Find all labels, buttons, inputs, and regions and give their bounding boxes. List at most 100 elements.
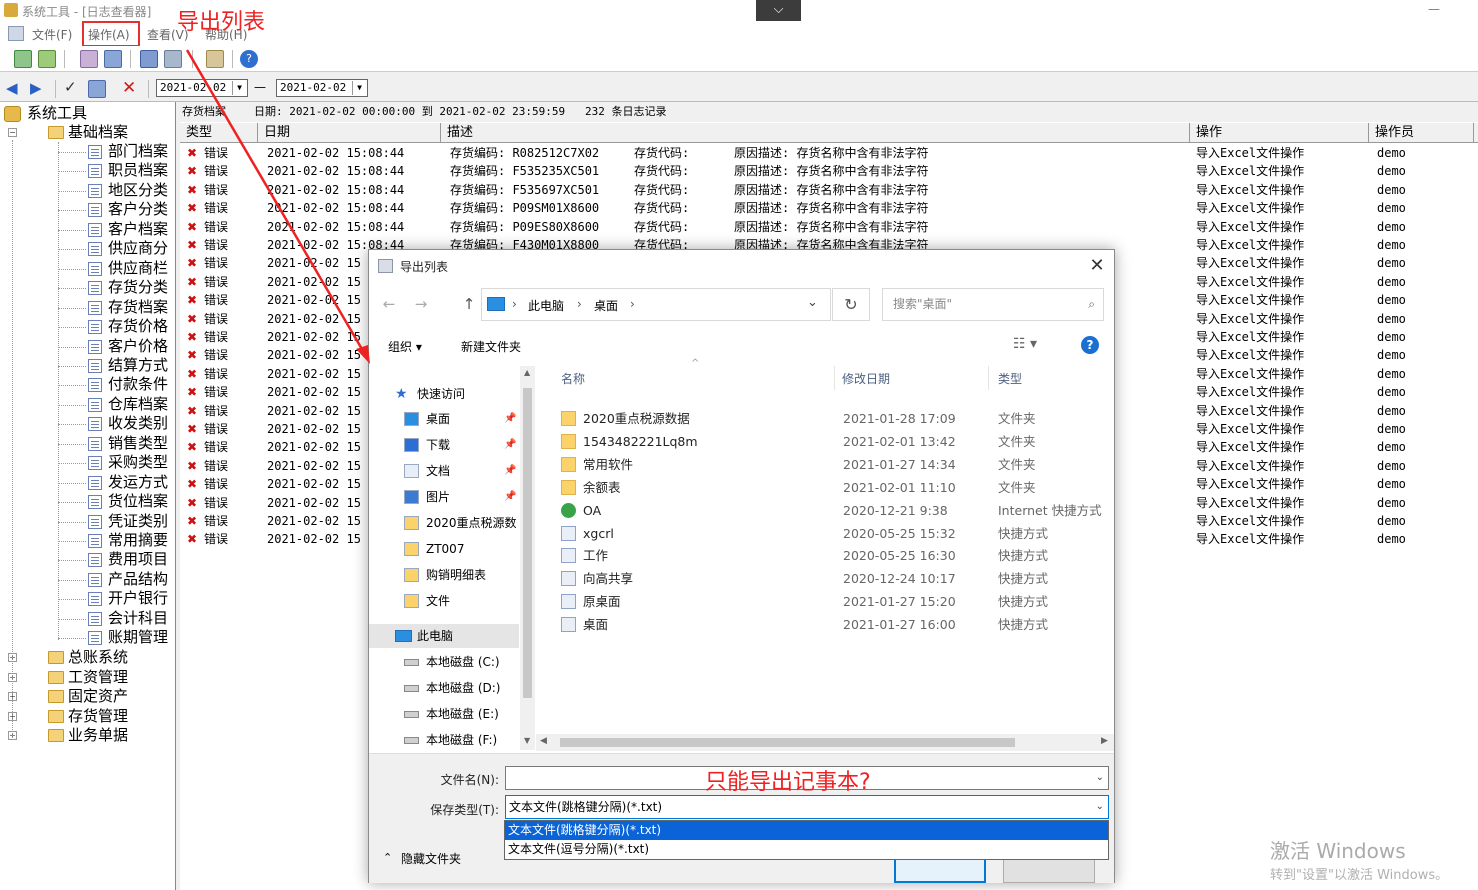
file-row[interactable]: 原桌面 2021-01-27 15:20 快捷方式 xyxy=(536,591,1114,614)
nav-item[interactable]: 下载 📌 xyxy=(369,433,519,457)
tree-item[interactable]: 存货价格 xyxy=(2,317,174,336)
pin-icon[interactable]: 📌 xyxy=(504,459,516,483)
tree-group[interactable]: + 固定资产 xyxy=(2,687,174,706)
chevron-down-icon[interactable]: ⌄ xyxy=(1096,796,1104,818)
tree-item[interactable]: 收发类别 xyxy=(2,414,174,433)
chevron-down-icon[interactable]: ⌄ xyxy=(1096,767,1104,789)
filetype-option-comma[interactable]: 文本文件(逗号分隔)(*.txt) xyxy=(505,840,1108,859)
file-row[interactable]: 余额表 2021-02-01 11:10 文件夹 xyxy=(536,477,1114,500)
col-desc[interactable]: 描述 xyxy=(441,123,1190,143)
help-icon[interactable]: ? xyxy=(1081,336,1099,354)
col-operation[interactable]: 操作 xyxy=(1190,123,1369,143)
collapse-icon[interactable]: − xyxy=(8,128,17,137)
view-options-icon[interactable]: ☷ ▾ xyxy=(1013,336,1037,352)
tree-group-basic[interactable]: − 基础档案 xyxy=(2,123,172,142)
nav-item[interactable]: 图片 📌 xyxy=(369,485,519,509)
tree-root[interactable]: 系统工具 xyxy=(2,104,172,123)
file-row[interactable]: 桌面 2021-01-27 16:00 快捷方式 xyxy=(536,614,1114,637)
tree-item[interactable]: 货位档案 xyxy=(2,492,174,511)
file-row[interactable]: 2020重点税源数据 2021-01-28 17:09 文件夹 xyxy=(536,408,1114,431)
file-row[interactable]: 1543482221Lq8m 2021-02-01 13:42 文件夹 xyxy=(536,431,1114,454)
tree-item[interactable]: 供应商分 xyxy=(2,239,174,258)
save-icon[interactable] xyxy=(88,80,106,98)
dropdown-arrow-icon[interactable]: ▼ xyxy=(352,81,366,95)
hide-folders-button[interactable]: 隐藏文件夹 xyxy=(401,850,461,867)
nav-forward-icon[interactable]: → xyxy=(411,295,431,315)
pin-icon[interactable]: 📌 xyxy=(504,407,516,431)
tree-item[interactable]: 付款条件 xyxy=(2,375,174,394)
tree-item[interactable]: 发运方式 xyxy=(2,473,174,492)
nav-up-icon[interactable]: ↑ xyxy=(459,295,479,315)
tree-item[interactable]: 职员档案 xyxy=(2,161,174,180)
col-date[interactable]: 日期 xyxy=(258,123,441,143)
filetype-option-tab[interactable]: 文本文件(跳格键分隔)(*.txt) xyxy=(505,821,1108,840)
nav-drive[interactable]: 本地磁盘 (F:) xyxy=(369,728,519,752)
file-row[interactable]: OA 2020-12-21 9:38 Internet 快捷方式 xyxy=(536,500,1114,523)
table-row[interactable]: ✖ 错误 2021-02-02 15:08:44 存货编码: P09SM01X8600… xyxy=(180,199,1478,217)
nav-drive[interactable]: 本地磁盘 (D:) xyxy=(369,676,519,700)
forward-arrow-icon[interactable]: ▶ xyxy=(30,79,42,97)
breadcrumb-item-desktop[interactable]: 桌面 xyxy=(594,297,618,314)
date-from-picker[interactable]: 2021-02-02 ▼ xyxy=(156,79,248,97)
delete-icon[interactable]: ✕ xyxy=(122,78,136,98)
tree-item[interactable]: 结算方式 xyxy=(2,356,174,375)
breadcrumb-item-pc[interactable]: 此电脑 xyxy=(528,297,564,314)
scroll-thumb[interactable] xyxy=(560,738,1015,747)
tools-icon[interactable] xyxy=(80,50,98,68)
window-icon[interactable] xyxy=(104,50,122,68)
file-row[interactable]: xgcrl 2020-05-25 15:32 快捷方式 xyxy=(536,523,1114,546)
tree-item[interactable]: 产品结构 xyxy=(2,570,174,589)
nav-this-pc[interactable]: 此电脑 xyxy=(369,624,519,648)
cancel-button[interactable] xyxy=(1003,857,1095,883)
find-icon[interactable] xyxy=(140,50,158,68)
nav-item[interactable]: 文件 xyxy=(369,589,519,613)
minimize-button[interactable]: — xyxy=(1424,2,1444,18)
chevron-up-icon[interactable]: ⌃ xyxy=(383,851,392,864)
close-icon[interactable]: ✕ xyxy=(1085,255,1109,277)
nav-scrollbar[interactable]: ▲ ▼ xyxy=(520,366,535,750)
table-row[interactable]: ✖ 错误 2021-02-02 15:08:44 存货编码: R082512C7X02… xyxy=(180,144,1478,162)
nav-item[interactable]: 桌面 📌 xyxy=(369,407,519,431)
calculator-icon[interactable] xyxy=(164,50,182,68)
export-icon[interactable] xyxy=(38,50,56,68)
tree-item[interactable]: 费用项目 xyxy=(2,550,174,569)
tree-group[interactable]: + 存货管理 xyxy=(2,707,174,726)
filetype-select[interactable]: 文本文件(跳格键分隔)(*.txt) ⌄ xyxy=(505,795,1109,819)
tree-item[interactable]: 客户档案 xyxy=(2,220,174,239)
nav-back-icon[interactable]: ← xyxy=(379,295,399,315)
excel-icon[interactable] xyxy=(14,50,32,68)
file-row[interactable]: 工作 2020-05-25 16:30 快捷方式 xyxy=(536,545,1114,568)
tree-item[interactable]: 存货分类 xyxy=(2,278,174,297)
nav-quick-access[interactable]: ★ 快速访问 xyxy=(369,382,519,406)
nav-drive[interactable]: 本地磁盘 (E:) xyxy=(369,702,519,726)
nav-item[interactable]: ZT007 xyxy=(369,537,519,561)
tree-item[interactable]: 会计科目 xyxy=(2,609,174,628)
col-type[interactable]: 类型 xyxy=(180,123,258,143)
check-icon[interactable]: ✓ xyxy=(64,78,77,96)
col-type[interactable]: 类型 xyxy=(998,370,1022,387)
nav-item[interactable]: 文档 📌 xyxy=(369,459,519,483)
col-modified[interactable]: 修改日期 xyxy=(842,370,890,387)
table-row[interactable]: ✖ 错误 2021-02-02 15:08:44 存货编码: F535697XC501… xyxy=(180,181,1478,199)
date-to-picker[interactable]: 2021-02-02 ▼ xyxy=(276,79,368,97)
tree-item[interactable]: 账期管理 xyxy=(2,628,174,647)
tree-item[interactable]: 部门档案 xyxy=(2,142,174,161)
tree-item[interactable]: 采购类型 xyxy=(2,453,174,472)
table-row[interactable]: ✖ 错误 2021-02-02 15:08:44 存货编码: F535235XC501… xyxy=(180,162,1478,180)
tree-group[interactable]: + 工资管理 xyxy=(2,668,174,687)
back-arrow-icon[interactable]: ◀ xyxy=(6,79,18,97)
menu-file[interactable]: 文件(F) xyxy=(32,26,72,42)
tree-group[interactable]: + 业务单据 xyxy=(2,726,174,745)
tree-item[interactable]: 供应商栏 xyxy=(2,259,174,278)
chevron-down-icon[interactable]: ⌵ xyxy=(756,0,801,21)
help-icon[interactable]: ? xyxy=(240,50,258,68)
col-operator[interactable]: 操作员 xyxy=(1369,123,1474,143)
tree-item[interactable]: 仓库档案 xyxy=(2,395,174,414)
organize-button[interactable]: 组织 ▾ xyxy=(388,338,422,355)
table-row[interactable]: ✖ 错误 2021-02-02 15:08:44 存货编码: P09ES80X8600… xyxy=(180,218,1478,236)
save-button[interactable] xyxy=(894,857,986,883)
tree-item[interactable]: 开户银行 xyxy=(2,589,174,608)
address-bar[interactable]: › 此电脑 › 桌面 › ⌄ xyxy=(481,288,831,321)
tree-item[interactable]: 常用摘要 xyxy=(2,531,174,550)
col-name[interactable]: 名称 xyxy=(561,370,585,387)
